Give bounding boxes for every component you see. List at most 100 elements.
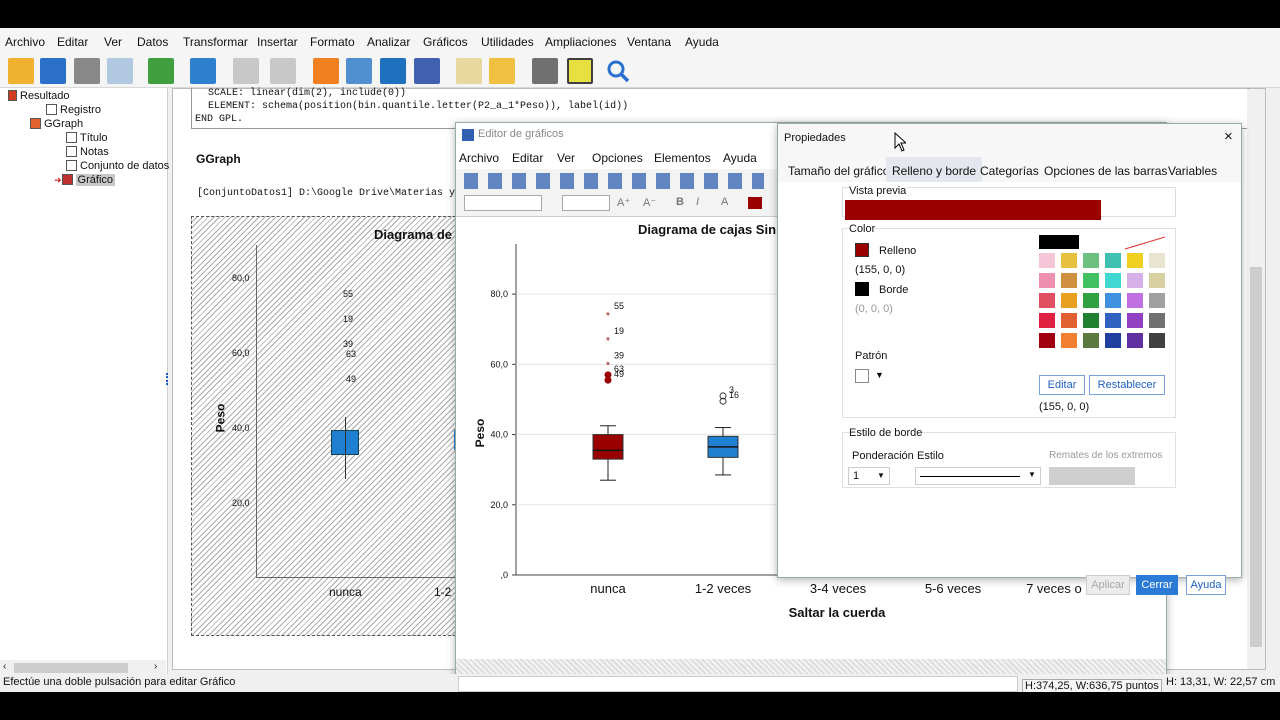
create-edit-icon[interactable] bbox=[489, 58, 515, 84]
border-label[interactable]: Borde bbox=[879, 284, 908, 296]
viewer-vertical-scrollbar[interactable] bbox=[1247, 89, 1265, 669]
palette-swatch[interactable] bbox=[1127, 293, 1143, 308]
caps-select[interactable] bbox=[1049, 467, 1135, 485]
palette-swatch[interactable] bbox=[1083, 273, 1099, 288]
palette-swatch[interactable] bbox=[1149, 333, 1165, 348]
scroll-thumb[interactable] bbox=[1250, 267, 1262, 647]
disabled-icon[interactable] bbox=[532, 58, 558, 84]
palette-swatch[interactable] bbox=[1039, 313, 1055, 328]
variables-icon[interactable] bbox=[380, 58, 406, 84]
pattern-swatch[interactable] bbox=[855, 369, 869, 383]
border-swatch[interactable] bbox=[855, 282, 869, 296]
tree-item-titulo[interactable]: Título bbox=[66, 131, 108, 145]
menu-ventana[interactable]: Ventana bbox=[627, 35, 671, 49]
designate-window-icon[interactable] bbox=[456, 58, 482, 84]
ce-menu-ayuda[interactable]: Ayuda bbox=[723, 151, 757, 165]
tree-item-resultado[interactable]: Resultado bbox=[8, 89, 70, 103]
menu-graficos[interactable]: Gráficos bbox=[423, 35, 468, 49]
scroll-right-icon[interactable]: › bbox=[154, 661, 157, 672]
reset-color-button[interactable]: Restablecer bbox=[1089, 375, 1165, 395]
shrink-font-icon[interactable]: A⁻ bbox=[643, 196, 656, 209]
palette-swatch[interactable] bbox=[1105, 253, 1121, 268]
grow-font-icon[interactable]: A⁺ bbox=[617, 196, 630, 209]
menu-insertar[interactable]: Insertar bbox=[257, 35, 298, 49]
menu-archivo[interactable]: Archivo bbox=[5, 35, 45, 49]
palette-swatch[interactable] bbox=[1127, 333, 1143, 348]
tab-variables[interactable]: Variables bbox=[1168, 164, 1217, 178]
menu-formato[interactable]: Formato bbox=[310, 35, 355, 49]
palette-swatch[interactable] bbox=[1105, 273, 1121, 288]
palette-swatch[interactable] bbox=[1061, 273, 1077, 288]
palette-swatch[interactable] bbox=[1149, 293, 1165, 308]
palette-swatch[interactable] bbox=[1149, 253, 1165, 268]
help-button[interactable]: Ayuda bbox=[1186, 575, 1226, 595]
italic-icon[interactable]: I bbox=[696, 196, 699, 208]
menu-ver[interactable]: Ver bbox=[104, 35, 122, 49]
style-select[interactable]: ▼ bbox=[915, 467, 1041, 485]
palette-swatch[interactable] bbox=[1083, 313, 1099, 328]
text-align-icon[interactable]: A bbox=[721, 196, 728, 208]
menu-editar[interactable]: Editar bbox=[57, 35, 88, 49]
ce-menu-opciones[interactable]: Opciones bbox=[592, 151, 643, 165]
palette-swatch[interactable] bbox=[1039, 273, 1055, 288]
bold-icon[interactable]: B bbox=[676, 196, 684, 208]
palette-swatch[interactable] bbox=[1149, 313, 1165, 328]
tab-categories[interactable]: Categorías bbox=[980, 164, 1039, 178]
print-icon[interactable] bbox=[74, 58, 100, 84]
palette-swatch[interactable] bbox=[1061, 253, 1077, 268]
palette-swatch[interactable] bbox=[1039, 333, 1055, 348]
fill-label[interactable]: Relleno bbox=[879, 245, 916, 257]
tab-size[interactable]: Tamaño del gráfico bbox=[788, 164, 889, 178]
menu-utilidades[interactable]: Utilidades bbox=[481, 35, 534, 49]
menu-ayuda[interactable]: Ayuda bbox=[685, 35, 719, 49]
ce-menu-archivo[interactable]: Archivo bbox=[459, 151, 499, 165]
search-icon[interactable] bbox=[605, 58, 631, 84]
pattern-dropdown-icon[interactable]: ▼ bbox=[875, 370, 884, 380]
font-select[interactable] bbox=[464, 195, 542, 211]
palette-swatch[interactable] bbox=[1127, 313, 1143, 328]
save-icon[interactable] bbox=[40, 58, 66, 84]
palette-swatch[interactable] bbox=[1149, 273, 1165, 288]
palette-black[interactable] bbox=[1039, 235, 1079, 249]
results-icon[interactable] bbox=[414, 58, 440, 84]
tree-item-conjunto[interactable]: Conjunto de datos bbox=[66, 159, 169, 173]
palette-swatch[interactable] bbox=[1083, 293, 1099, 308]
palette-swatch[interactable] bbox=[1105, 333, 1121, 348]
tree-item-registro[interactable]: Registro bbox=[46, 103, 101, 117]
chart-editor-toolbar-icons[interactable] bbox=[464, 173, 764, 189]
recall-dialog-icon[interactable] bbox=[190, 58, 216, 84]
palette-swatch[interactable] bbox=[1061, 333, 1077, 348]
palette-swatch[interactable] bbox=[1127, 253, 1143, 268]
palette-swatch[interactable] bbox=[1061, 313, 1077, 328]
menu-transformar[interactable]: Transformar bbox=[183, 35, 248, 49]
palette-swatch[interactable] bbox=[1127, 273, 1143, 288]
embedded-chart[interactable]: Diagrama de Peso 80,0 60,0 40,0 20,0 55 … bbox=[191, 216, 464, 636]
splitter-handle[interactable] bbox=[166, 373, 170, 385]
no-color-swatch[interactable] bbox=[1123, 235, 1167, 251]
scroll-left-icon[interactable]: ‹ bbox=[3, 661, 6, 672]
apply-button[interactable]: Aplicar bbox=[1086, 575, 1130, 595]
redo-icon[interactable] bbox=[270, 58, 296, 84]
palette-swatch[interactable] bbox=[1105, 313, 1121, 328]
ce-menu-editar[interactable]: Editar bbox=[512, 151, 543, 165]
close-button[interactable]: Cerrar bbox=[1136, 575, 1178, 595]
tab-bar-options[interactable]: Opciones de las barras bbox=[1044, 164, 1167, 178]
weight-select[interactable]: 1 ▼ bbox=[848, 467, 890, 485]
goto-data-icon[interactable] bbox=[313, 58, 339, 84]
export-icon[interactable] bbox=[148, 58, 174, 84]
menu-datos[interactable]: Datos bbox=[137, 35, 168, 49]
ce-menu-elementos[interactable]: Elementos bbox=[654, 151, 711, 165]
palette-swatch[interactable] bbox=[1039, 293, 1055, 308]
tree-item-ggraph[interactable]: GGraph bbox=[30, 117, 83, 131]
fill-swatch[interactable] bbox=[855, 243, 869, 257]
close-icon[interactable]: × bbox=[1224, 128, 1233, 145]
fill-color-icon[interactable] bbox=[748, 197, 762, 209]
scroll-thumb[interactable] bbox=[14, 663, 128, 673]
menu-analizar[interactable]: Analizar bbox=[367, 35, 410, 49]
palette-swatch[interactable] bbox=[1083, 333, 1099, 348]
font-size-select[interactable] bbox=[562, 195, 610, 211]
open-folder-icon[interactable] bbox=[8, 58, 34, 84]
palette-swatch[interactable] bbox=[1083, 253, 1099, 268]
undo-icon[interactable] bbox=[233, 58, 259, 84]
tree-item-notas[interactable]: Notas bbox=[66, 145, 109, 159]
